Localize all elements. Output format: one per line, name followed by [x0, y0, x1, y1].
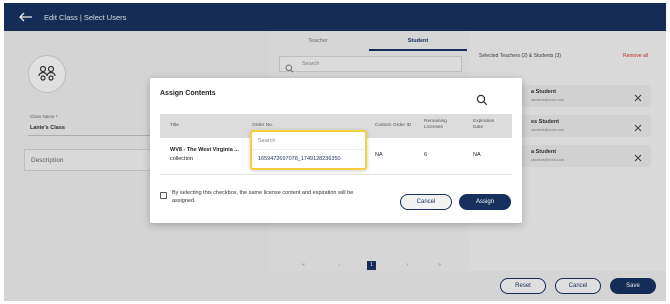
column-header-remaining-licenses: Remaining Licenses	[424, 119, 447, 130]
custom-order-id-cell: NA	[375, 152, 383, 158]
content-type: collection	[170, 156, 193, 162]
column-header-order-no: Order No.	[252, 123, 274, 128]
column-header-custom-order-id: Custom Order ID	[375, 123, 412, 128]
dropdown-divider	[252, 149, 365, 150]
order-no-option[interactable]: 1659472697078_1749128236350	[258, 156, 341, 162]
order-no-dropdown[interactable]: Search 1659472697078_1749128236350	[250, 130, 367, 170]
column-header-title: Title	[170, 123, 179, 128]
expiration-date-cell: NA	[473, 152, 481, 158]
dropdown-search-input[interactable]: Search	[258, 138, 275, 144]
modal-cancel-button[interactable]: Cancel	[400, 194, 452, 210]
modal-title: Assign Contents	[160, 90, 216, 97]
search-icon[interactable]	[476, 93, 488, 106]
content-title-cell: WV8 - The West Virginia ... collection	[170, 146, 239, 164]
assign-button[interactable]: Assign	[459, 194, 511, 210]
remaining-licenses-cell: 6	[424, 152, 428, 158]
content-title: WV8 - The West Virginia ...	[170, 147, 239, 153]
app-window: Edit Class | Select Users Class Name * L…	[4, 3, 666, 301]
column-header-expiration-date: Expiration Date	[473, 119, 495, 130]
table-divider	[160, 174, 512, 175]
same-license-checkbox[interactable]	[160, 192, 167, 199]
same-license-checkbox-label: By selecting this checkbox, the same lic…	[172, 190, 354, 204]
